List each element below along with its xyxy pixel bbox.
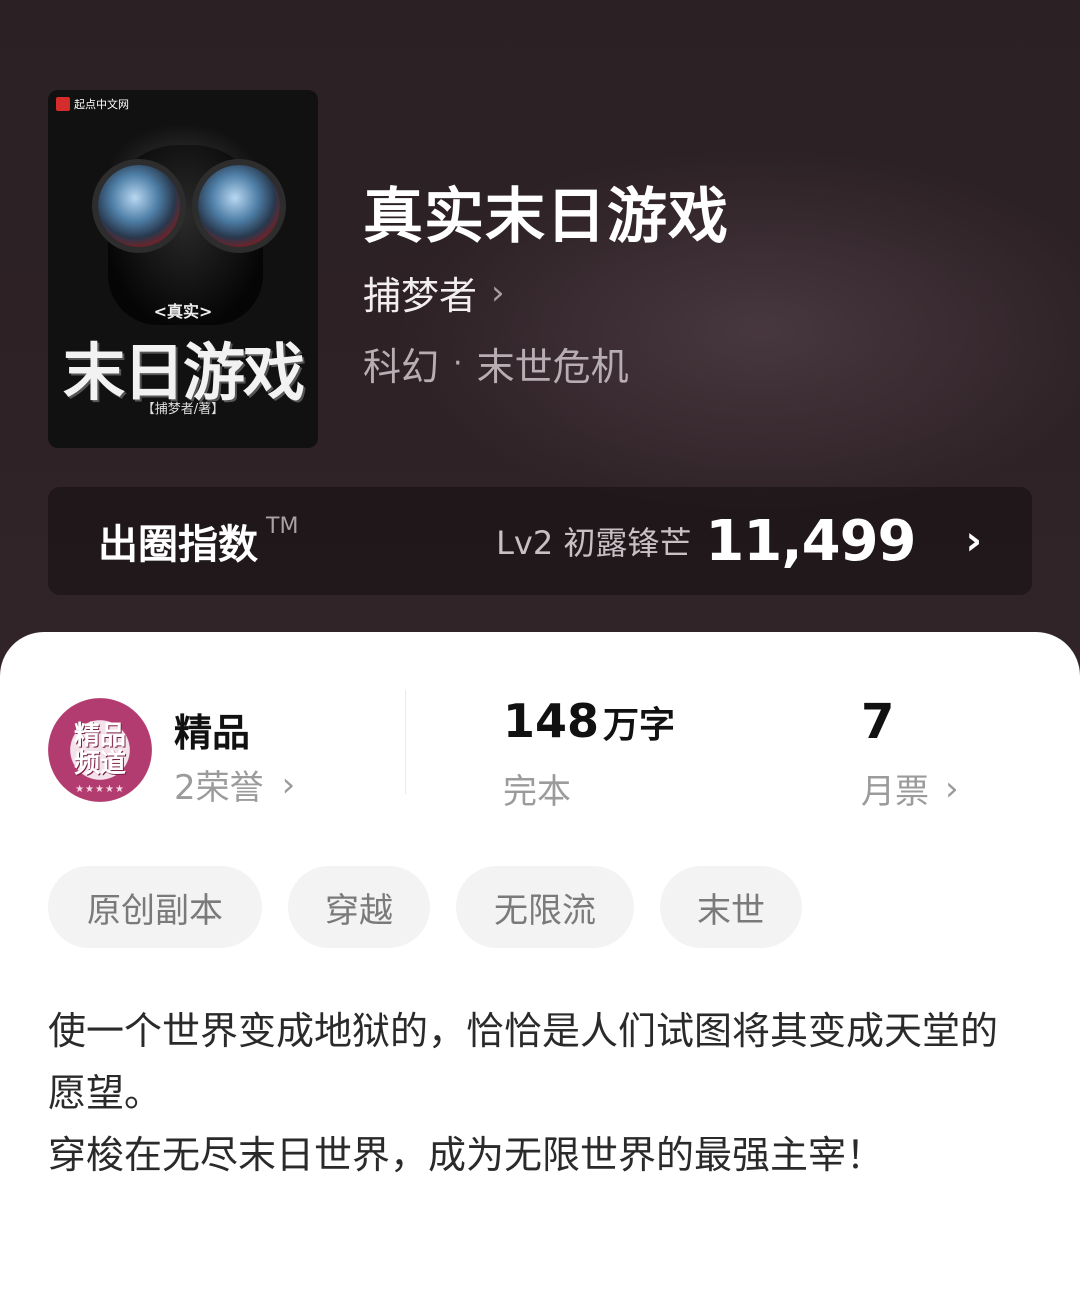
book-title: 真实末日游戏 xyxy=(363,182,729,252)
author-name: 捕梦者 xyxy=(363,274,478,318)
genre-sub: 末世危机 xyxy=(476,345,629,389)
badge-text: 精品 频道 xyxy=(48,722,152,778)
word-count: 148 万字 xyxy=(503,694,675,748)
quality-title: 精品 xyxy=(174,711,251,755)
trademark-mark: TM xyxy=(266,514,299,539)
index-level: Lv2 初露锋芒 xyxy=(496,524,692,562)
book-cover[interactable]: 起点中文网 <真实> 末日游戏 【捕梦者/著】 xyxy=(48,90,318,448)
book-description[interactable]: 使一个世界变成地狱的，恰恰是人们试图将其变成天堂的愿望。 穿梭在无尽末日世界，成… xyxy=(48,1000,1018,1186)
cover-brand-text: 起点中文网 xyxy=(74,98,129,111)
monthly-votes-label: 月票 xyxy=(861,772,929,812)
monthly-votes-link[interactable]: 月票 › xyxy=(861,764,959,813)
completion-status: 完本 xyxy=(503,772,571,812)
mask-lens-right xyxy=(198,165,280,247)
book-header: 起点中文网 <真实> 末日游戏 【捕梦者/著】 真实末日游戏 捕梦者 › 科幻 … xyxy=(0,0,1080,700)
tag-chip[interactable]: 穿越 xyxy=(288,866,430,948)
genre-main: 科幻 xyxy=(363,345,440,389)
badge-text-line1: 精品 xyxy=(73,721,126,751)
tag-chip[interactable]: 无限流 xyxy=(456,866,634,948)
description-line: 使一个世界变成地狱的，恰恰是人们试图将其变成天堂的愿望。 xyxy=(48,1009,999,1115)
cover-brand: 起点中文网 xyxy=(56,96,129,112)
word-count-unit: 万字 xyxy=(603,705,676,746)
index-score: 11,499 xyxy=(705,508,916,574)
chevron-right-icon: › xyxy=(945,768,959,809)
chevron-right-icon: › xyxy=(491,272,505,313)
stats-divider xyxy=(405,690,406,794)
tag-chip[interactable]: 原创副本 xyxy=(48,866,262,948)
honors-count: 2荣誉 xyxy=(174,768,264,808)
chevron-right-icon: › xyxy=(281,764,296,805)
badge-text-line2: 频道 xyxy=(73,749,126,779)
monthly-votes-count: 7 xyxy=(861,694,895,750)
description-line: 穿梭在无尽末日世界，成为无限世界的最强主宰！ xyxy=(48,1133,885,1177)
quality-badge-icon[interactable]: 精品 频道 ★★★★★ xyxy=(48,698,152,808)
popularity-index-card[interactable]: 出圈指数 TM Lv2 初露锋芒 11,499 › xyxy=(48,487,1032,595)
badge-stars: ★★★★★ xyxy=(75,784,125,795)
index-label: 出圈指数 TM xyxy=(98,512,298,570)
chevron-right-icon: › xyxy=(965,518,982,564)
index-value-group: Lv2 初露锋芒 11,499 › xyxy=(496,509,982,574)
tag-chip[interactable]: 末世 xyxy=(660,866,802,948)
honors-link[interactable]: 2荣誉 › xyxy=(174,760,295,809)
cover-small-title: <真实> xyxy=(153,302,213,321)
author-link[interactable]: 捕梦者 › xyxy=(363,265,505,320)
book-info-sheet: 精品 频道 ★★★★★ 精品 2荣誉 › 148 万字 完本 7 月票 › 原创… xyxy=(0,632,1080,1295)
genre-separator: · xyxy=(453,346,463,381)
cover-author: 【捕梦者/著】 xyxy=(141,402,225,417)
tag-list: 原创副本 穿越 无限流 末世 xyxy=(48,866,802,948)
brand-logo-icon xyxy=(56,97,70,111)
word-count-number: 148 xyxy=(503,694,600,748)
genre-row: 科幻 · 末世危机 xyxy=(363,336,629,391)
index-label-text: 出圈指数 xyxy=(98,522,258,568)
mask-lens-left xyxy=(98,165,180,247)
